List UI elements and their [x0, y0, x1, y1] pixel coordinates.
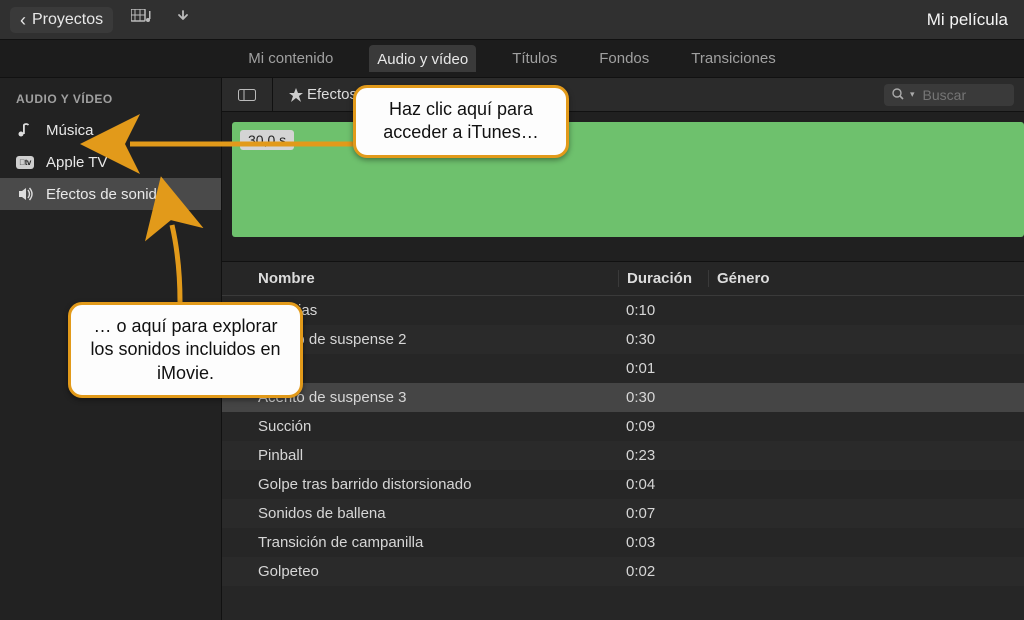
cell-duration: 0:09: [618, 418, 708, 435]
browser-tabs: Mi contenido Audio y vídeo Títulos Fondos Tr…: [0, 40, 1024, 78]
search-field[interactable]: ▾: [884, 84, 1014, 106]
speaker-icon: [16, 185, 34, 203]
tab-títulos[interactable]: Títulos: [506, 46, 563, 71]
back-label: Proyectos: [32, 11, 103, 29]
top-bar: ‹ Proyectos Mi película: [0, 0, 1024, 40]
search-input[interactable]: [921, 86, 1001, 104]
import-icon[interactable]: [169, 9, 197, 30]
table-row[interactable]: Golpeteo0:02: [222, 557, 1024, 586]
clip-duration-tag: 30,0 s: [240, 130, 294, 150]
table-row[interactable]: Succión0:09: [222, 412, 1024, 441]
cell-name: Pinball: [232, 447, 618, 464]
cell-name: Burbujas: [232, 302, 618, 319]
cell-duration: 0:30: [618, 389, 708, 406]
col-genre[interactable]: Género: [708, 270, 1014, 287]
col-name[interactable]: Nombre: [232, 270, 618, 287]
cell-duration: 0:10: [618, 302, 708, 319]
cell-duration: 0:23: [618, 447, 708, 464]
sidebar-item-label: Música: [46, 122, 94, 139]
media-library-icon[interactable]: [125, 9, 157, 30]
table-row[interactable]: Sonidos de ballena0:07: [222, 499, 1024, 528]
browser-panel: Efectos de sonido ▾ 30,0 s Nombre: [222, 78, 1024, 620]
cell-name: Sonidos de ballena: [232, 505, 618, 522]
table-row[interactable]: Transición de campanilla0:03: [222, 528, 1024, 557]
sidebar-item-label: Efectos de sonido: [46, 186, 165, 203]
table-row[interactable]: 0:01: [222, 354, 1024, 383]
cell-name: Acento de suspense 3: [232, 389, 618, 406]
chevron-down-icon: ▾: [910, 89, 915, 100]
sound-table: Nombre Duración Género Burbujas0:10Acent…: [222, 262, 1024, 620]
sidebar-item-label: Apple TV: [46, 154, 107, 171]
table-row[interactable]: Burbujas0:10: [222, 296, 1024, 325]
tab-transiciones[interactable]: Transiciones: [685, 46, 781, 71]
cell-duration: 0:02: [618, 563, 708, 580]
sidebar: AUDIO Y VÍDEO Música tv Apple TV Efectos d…: [0, 78, 222, 620]
table-row[interactable]: Pinball0:23: [222, 441, 1024, 470]
search-icon: [892, 87, 904, 103]
sidebar-section-label: AUDIO Y VÍDEO: [0, 88, 221, 114]
cell-name: Golpeteo: [232, 563, 618, 580]
table-row[interactable]: Acento de suspense 30:30: [222, 383, 1024, 412]
tab-audio-y-vídeo[interactable]: Audio y vídeo: [369, 45, 476, 72]
cell-duration: 0:07: [618, 505, 708, 522]
waveform-preview[interactable]: 30,0 s: [222, 112, 1024, 262]
cell-duration: 0:03: [618, 534, 708, 551]
cell-name: Transición de campanilla: [232, 534, 618, 551]
tab-fondos[interactable]: Fondos: [593, 46, 655, 71]
tab-mi-contenido[interactable]: Mi contenido: [242, 46, 339, 71]
appletv-icon: tv: [16, 153, 34, 171]
sidebar-item-efectos-de-sonido[interactable]: Efectos de sonido: [0, 178, 221, 210]
project-title: Mi película: [927, 10, 1014, 30]
music-icon: [16, 121, 34, 139]
panel-toolbar: Efectos de sonido ▾: [222, 78, 1024, 112]
cell-duration: 0:04: [618, 476, 708, 493]
back-button[interactable]: ‹ Proyectos: [10, 7, 113, 33]
col-duration[interactable]: Duración: [618, 270, 708, 287]
cell-name: Golpe tras barrido distorsionado: [232, 476, 618, 493]
table-row[interactable]: Acento de suspense 20:30: [222, 325, 1024, 354]
cell-name: Succión: [232, 418, 618, 435]
table-row[interactable]: Golpe tras barrido distorsionado0:04: [222, 470, 1024, 499]
cell-duration: 0:30: [618, 331, 708, 348]
cell-duration: 0:01: [618, 360, 708, 377]
sidebar-toggle-icon[interactable]: [232, 89, 262, 101]
panel-title: Efectos de sonido: [307, 86, 426, 103]
table-header: Nombre Duración Género: [222, 262, 1024, 296]
title-burst-icon[interactable]: Efectos de sonido: [283, 86, 432, 103]
cell-name: Acento de suspense 2: [232, 331, 618, 348]
chevron-left-icon: ‹: [20, 11, 26, 29]
sidebar-item-música[interactable]: Música: [0, 114, 221, 146]
sidebar-item-apple-tv[interactable]: tv Apple TV: [0, 146, 221, 178]
